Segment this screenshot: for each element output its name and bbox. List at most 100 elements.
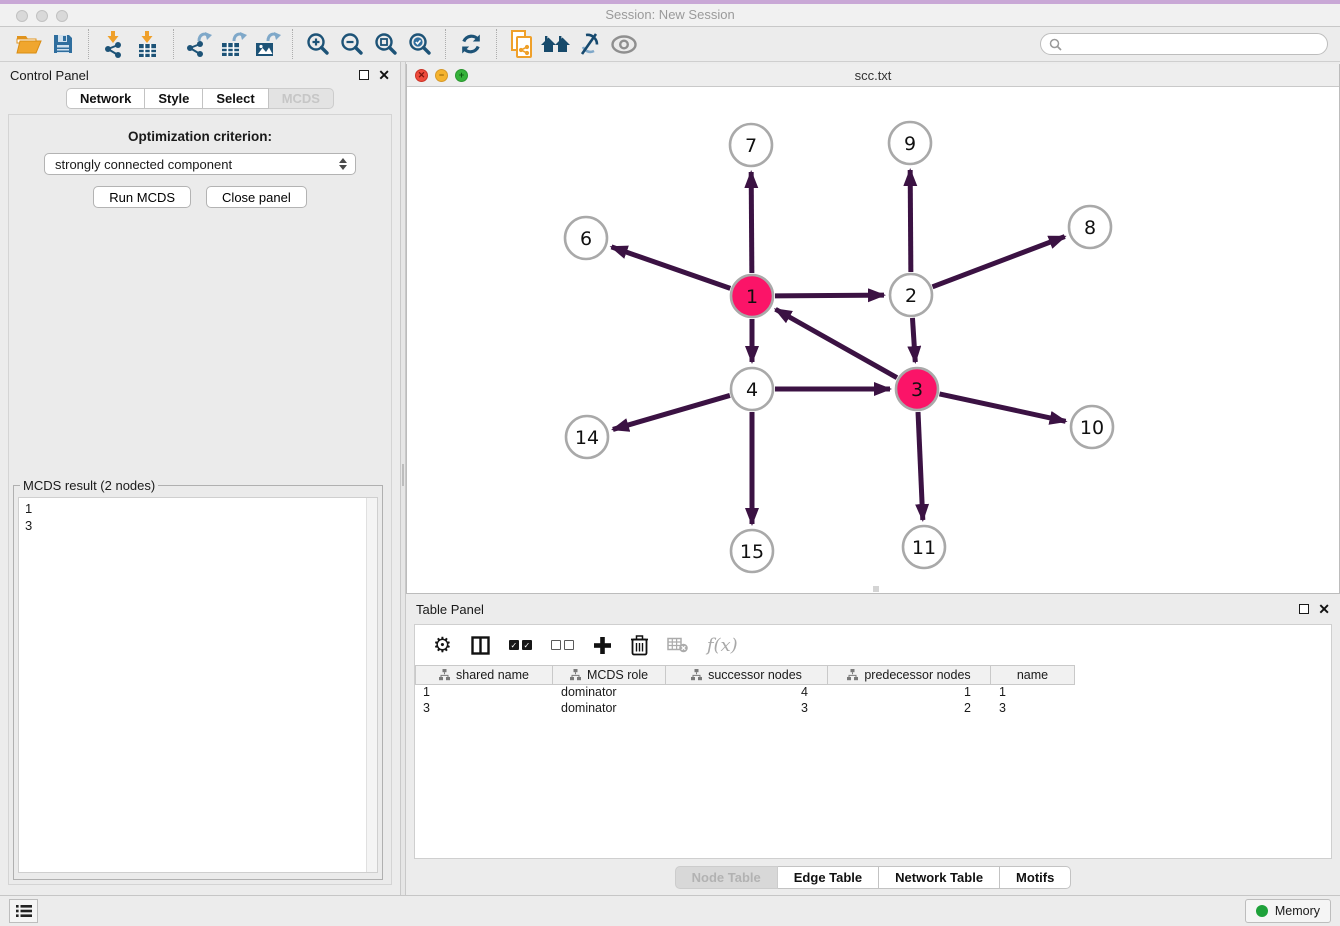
tab-edge-table[interactable]: Edge Table: [778, 866, 879, 889]
edge-4-14[interactable]: [613, 395, 730, 429]
canvas-splitter-grip[interactable]: [873, 586, 879, 592]
mcds-panel: Optimization criterion: strongly connect…: [8, 114, 392, 885]
gear-icon[interactable]: ⚙: [433, 633, 452, 657]
edge-1-7[interactable]: [751, 172, 752, 273]
edge-2-3[interactable]: [912, 318, 915, 362]
column-header-name[interactable]: name: [991, 665, 1075, 685]
table-row[interactable]: 1dominator411: [415, 685, 1331, 701]
export-network-icon[interactable]: [182, 28, 216, 60]
graph-node-8[interactable]: 8: [1069, 206, 1111, 248]
split-columns-icon[interactable]: [471, 636, 490, 655]
tab-node-table[interactable]: Node Table: [675, 866, 778, 889]
network-title: scc.txt: [407, 68, 1339, 83]
window-title: Session: New Session: [0, 4, 1340, 25]
export-table-icon[interactable]: [216, 28, 250, 60]
memory-button[interactable]: Memory: [1245, 899, 1331, 923]
search-input[interactable]: [1067, 37, 1319, 51]
export-image-icon[interactable]: [250, 28, 284, 60]
column-header-shared-name[interactable]: shared name: [415, 665, 553, 685]
table-panel-title: Table Panel: [416, 602, 484, 617]
splitter-grip[interactable]: [402, 464, 404, 486]
zoom-selected-icon[interactable]: [403, 28, 437, 60]
close-panel-button[interactable]: Close panel: [206, 186, 307, 208]
graph-node-7[interactable]: 7: [730, 124, 772, 166]
tab-select[interactable]: Select: [203, 88, 268, 109]
table-cell: 3: [991, 701, 1075, 717]
import-network-icon[interactable]: [97, 28, 131, 60]
search-area: [1040, 33, 1328, 55]
show-all-icon[interactable]: [607, 28, 641, 60]
window-controls[interactable]: [16, 10, 68, 22]
network-file-icon[interactable]: [505, 28, 539, 60]
tab-motifs[interactable]: Motifs: [1000, 866, 1071, 889]
list-icon: [16, 904, 32, 918]
close-window-button[interactable]: [16, 10, 28, 22]
maximize-network-button[interactable]: +: [455, 69, 468, 82]
mcds-result-textarea[interactable]: 1 3: [18, 497, 378, 873]
zoom-out-icon[interactable]: [335, 28, 369, 60]
function-builder-icon[interactable]: f(x): [707, 635, 738, 656]
minimize-window-button[interactable]: [36, 10, 48, 22]
home-icon[interactable]: [539, 28, 573, 60]
refresh-icon[interactable]: [454, 28, 488, 60]
graph-node-2[interactable]: 2: [890, 274, 932, 316]
float-panel-icon[interactable]: [359, 70, 369, 80]
tab-network[interactable]: Network: [66, 88, 145, 109]
delete-table-icon[interactable]: [667, 637, 688, 653]
graph-node-1[interactable]: 1: [731, 275, 773, 317]
minimize-network-button[interactable]: −: [435, 69, 448, 82]
save-session-icon[interactable]: [46, 28, 80, 60]
graph-node-4[interactable]: 4: [731, 368, 773, 410]
column-header-successor-nodes[interactable]: successor nodes: [666, 665, 828, 685]
edge-3-11[interactable]: [918, 412, 923, 520]
hide-selected-icon[interactable]: [573, 28, 607, 60]
edge-1-6[interactable]: [611, 247, 730, 289]
tab-mcds[interactable]: MCDS: [269, 88, 334, 109]
result-scrollbar[interactable]: [366, 498, 377, 872]
svg-text:1: 1: [746, 286, 758, 308]
main-area: Control Panel ✕ NetworkStyleSelectMCDS O…: [0, 62, 1340, 895]
graph-node-14[interactable]: 14: [566, 416, 608, 458]
import-table-icon[interactable]: [131, 28, 165, 60]
tab-network-table[interactable]: Network Table: [879, 866, 1000, 889]
network-window-controls[interactable]: ✕ − +: [415, 69, 468, 82]
table-row[interactable]: 3dominator323: [415, 701, 1331, 717]
add-column-icon[interactable]: [593, 636, 612, 655]
delete-column-icon[interactable]: [631, 635, 648, 656]
edge-2-9[interactable]: [910, 170, 911, 272]
zoom-in-icon[interactable]: [301, 28, 335, 60]
main-toolbar: [0, 27, 1340, 62]
edge-3-1[interactable]: [776, 309, 897, 377]
graph-node-3[interactable]: 3: [896, 368, 938, 410]
network-canvas[interactable]: 7 9 6 8 1 2 4 3 14 10 15 11: [407, 87, 1339, 593]
control-panel: Control Panel ✕ NetworkStyleSelectMCDS O…: [0, 62, 400, 895]
deselect-all-checkboxes-icon[interactable]: [551, 640, 574, 650]
column-header-MCDS-role[interactable]: MCDS role: [553, 665, 666, 685]
panel-splitter[interactable]: [400, 62, 406, 895]
criterion-select[interactable]: strongly connected component: [44, 153, 356, 175]
graph-node-15[interactable]: 15: [731, 530, 773, 572]
tab-style[interactable]: Style: [145, 88, 203, 109]
edge-3-10[interactable]: [939, 394, 1065, 421]
graph-node-9[interactable]: 9: [889, 122, 931, 164]
run-mcds-button[interactable]: Run MCDS: [93, 186, 191, 208]
zoom-fit-icon[interactable]: [369, 28, 403, 60]
network-window: scc.txt ✕ − + 7 9 6 8 1 2 4 3 14 10 15 11: [406, 64, 1340, 594]
maximize-window-button[interactable]: [56, 10, 68, 22]
search-field[interactable]: [1040, 33, 1328, 55]
svg-text:4: 4: [746, 379, 758, 401]
graph-node-10[interactable]: 10: [1071, 406, 1113, 448]
edge-1-2[interactable]: [775, 295, 884, 296]
graph-node-6[interactable]: 6: [565, 217, 607, 259]
close-panel-icon[interactable]: ✕: [378, 70, 390, 80]
float-table-panel-icon[interactable]: [1299, 604, 1309, 614]
select-all-checkboxes-icon[interactable]: ✓✓: [509, 640, 532, 650]
task-history-button[interactable]: [9, 899, 38, 923]
column-header-predecessor-nodes[interactable]: predecessor nodes: [828, 665, 991, 685]
svg-text:7: 7: [745, 135, 757, 157]
edge-2-8[interactable]: [933, 237, 1065, 287]
graph-node-11[interactable]: 11: [903, 526, 945, 568]
open-session-icon[interactable]: [12, 28, 46, 60]
close-table-panel-icon[interactable]: ✕: [1318, 604, 1330, 614]
close-network-button[interactable]: ✕: [415, 69, 428, 82]
